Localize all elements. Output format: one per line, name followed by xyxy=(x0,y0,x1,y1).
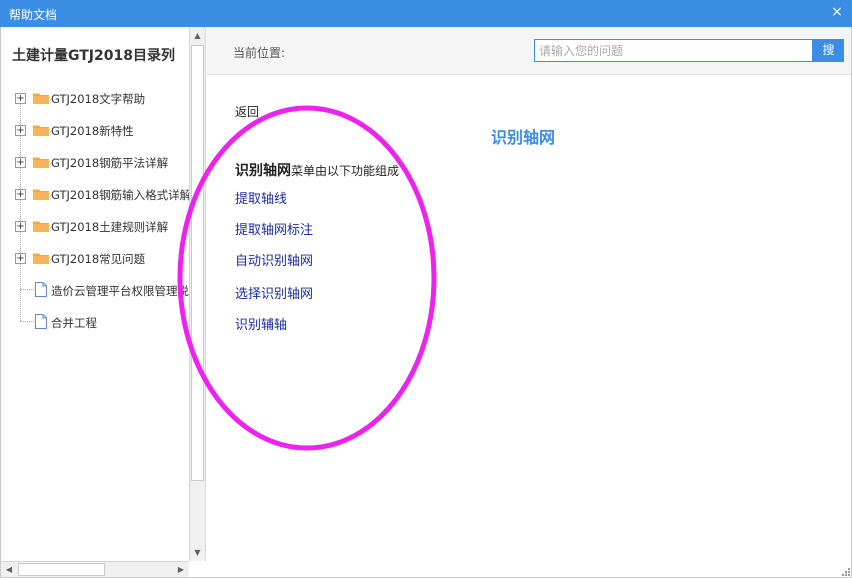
catalog-panel: 土建计量GTJ2018目录列 + GTJ2018文字帮助 + GTJ2018新特… xyxy=(1,27,189,561)
folder-icon xyxy=(33,221,49,232)
link-extract-axis[interactable]: 提取轴线 xyxy=(235,188,287,207)
scroll-left-icon[interactable]: ◀ xyxy=(1,562,17,577)
plus-box-icon[interactable]: + xyxy=(15,157,26,168)
link-extract-axis-annotation[interactable]: 提取轴网标注 xyxy=(235,219,313,238)
plus-box-icon[interactable]: + xyxy=(15,221,26,232)
folder-icon xyxy=(33,157,49,168)
tree-item-label: 造价云管理平台权限管理说明 xyxy=(51,284,189,298)
tree-vertical-scrollbar[interactable]: ▲ ▼ xyxy=(189,27,206,561)
tree-item-rebar-flat[interactable]: + GTJ2018钢筋平法详解 xyxy=(1,152,189,174)
document-icon xyxy=(35,282,47,297)
folder-icon xyxy=(33,189,49,200)
tree-item-rebar-input[interactable]: + GTJ2018钢筋输入格式详解 xyxy=(1,184,189,206)
vertical-scroll-thumb[interactable] xyxy=(191,45,204,481)
document-icon xyxy=(35,314,47,329)
search-input[interactable] xyxy=(534,39,813,62)
close-icon[interactable]: × xyxy=(829,4,845,20)
link-auto-identify-grid[interactable]: 自动识别轴网 xyxy=(235,250,313,269)
tree-item-label: GTJ2018钢筋平法详解 xyxy=(51,156,169,170)
plus-box-icon[interactable]: + xyxy=(15,125,26,136)
tree-item-permission-doc[interactable]: 造价云管理平台权限管理说明 xyxy=(1,280,189,302)
help-content: 返回 识别轴网 识别轴网菜单由以下功能组成 提取轴线 提取轴网标注 自动识别轴网… xyxy=(207,76,851,576)
folder-icon xyxy=(33,125,49,136)
tree-item-civil-rules[interactable]: + GTJ2018土建规则详解 xyxy=(1,216,189,238)
folder-icon xyxy=(33,93,49,104)
tree-item-merge-project[interactable]: 合并工程 xyxy=(1,312,189,334)
scroll-up-icon[interactable]: ▲ xyxy=(190,27,205,44)
plus-box-icon[interactable]: + xyxy=(15,93,26,104)
intro-text: 识别轴网菜单由以下功能组成 xyxy=(235,160,399,180)
tree-item-label: GTJ2018土建规则详解 xyxy=(51,220,169,234)
horizontal-scroll-thumb[interactable] xyxy=(18,563,105,576)
tree-item-label: 合并工程 xyxy=(51,316,97,330)
intro-bold: 识别轴网 xyxy=(235,163,291,179)
tree-horizontal-scrollbar[interactable]: ◀ ▶ xyxy=(1,561,189,577)
search-button[interactable]: 搜 xyxy=(813,39,844,62)
intro-rest: 菜单由以下功能组成 xyxy=(291,164,400,178)
tree-item-label: GTJ2018文字帮助 xyxy=(51,92,146,106)
breadcrumb: 当前位置: xyxy=(233,46,286,60)
tree-item-label: GTJ2018常见问题 xyxy=(51,252,146,266)
tree-item-text-help[interactable]: + GTJ2018文字帮助 xyxy=(1,88,189,110)
window-title: 帮助文档 xyxy=(9,8,58,22)
tree-item-new-features[interactable]: + GTJ2018新特性 xyxy=(1,120,189,142)
link-identify-aux-axis[interactable]: 识别辅轴 xyxy=(235,314,287,333)
scroll-down-icon[interactable]: ▼ xyxy=(190,544,205,561)
scroll-right-icon[interactable]: ▶ xyxy=(173,562,189,577)
tree-item-label: GTJ2018新特性 xyxy=(51,124,134,138)
resize-grip-icon[interactable] xyxy=(840,566,850,576)
plus-box-icon[interactable]: + xyxy=(15,253,26,264)
tree-item-label: GTJ2018钢筋输入格式详解 xyxy=(51,188,189,202)
page-title: 识别轴网 xyxy=(491,128,556,147)
tree-item-faq[interactable]: + GTJ2018常见问题 xyxy=(1,248,189,270)
back-link[interactable]: 返回 xyxy=(235,103,259,120)
window-titlebar: 帮助文档 × xyxy=(0,0,852,27)
link-select-identify-grid[interactable]: 选择识别轴网 xyxy=(235,283,313,302)
folder-icon xyxy=(33,253,49,264)
content-header: 当前位置: 搜 xyxy=(207,27,851,75)
catalog-title: 土建计量GTJ2018目录列 xyxy=(12,48,175,64)
plus-box-icon[interactable]: + xyxy=(15,189,26,200)
